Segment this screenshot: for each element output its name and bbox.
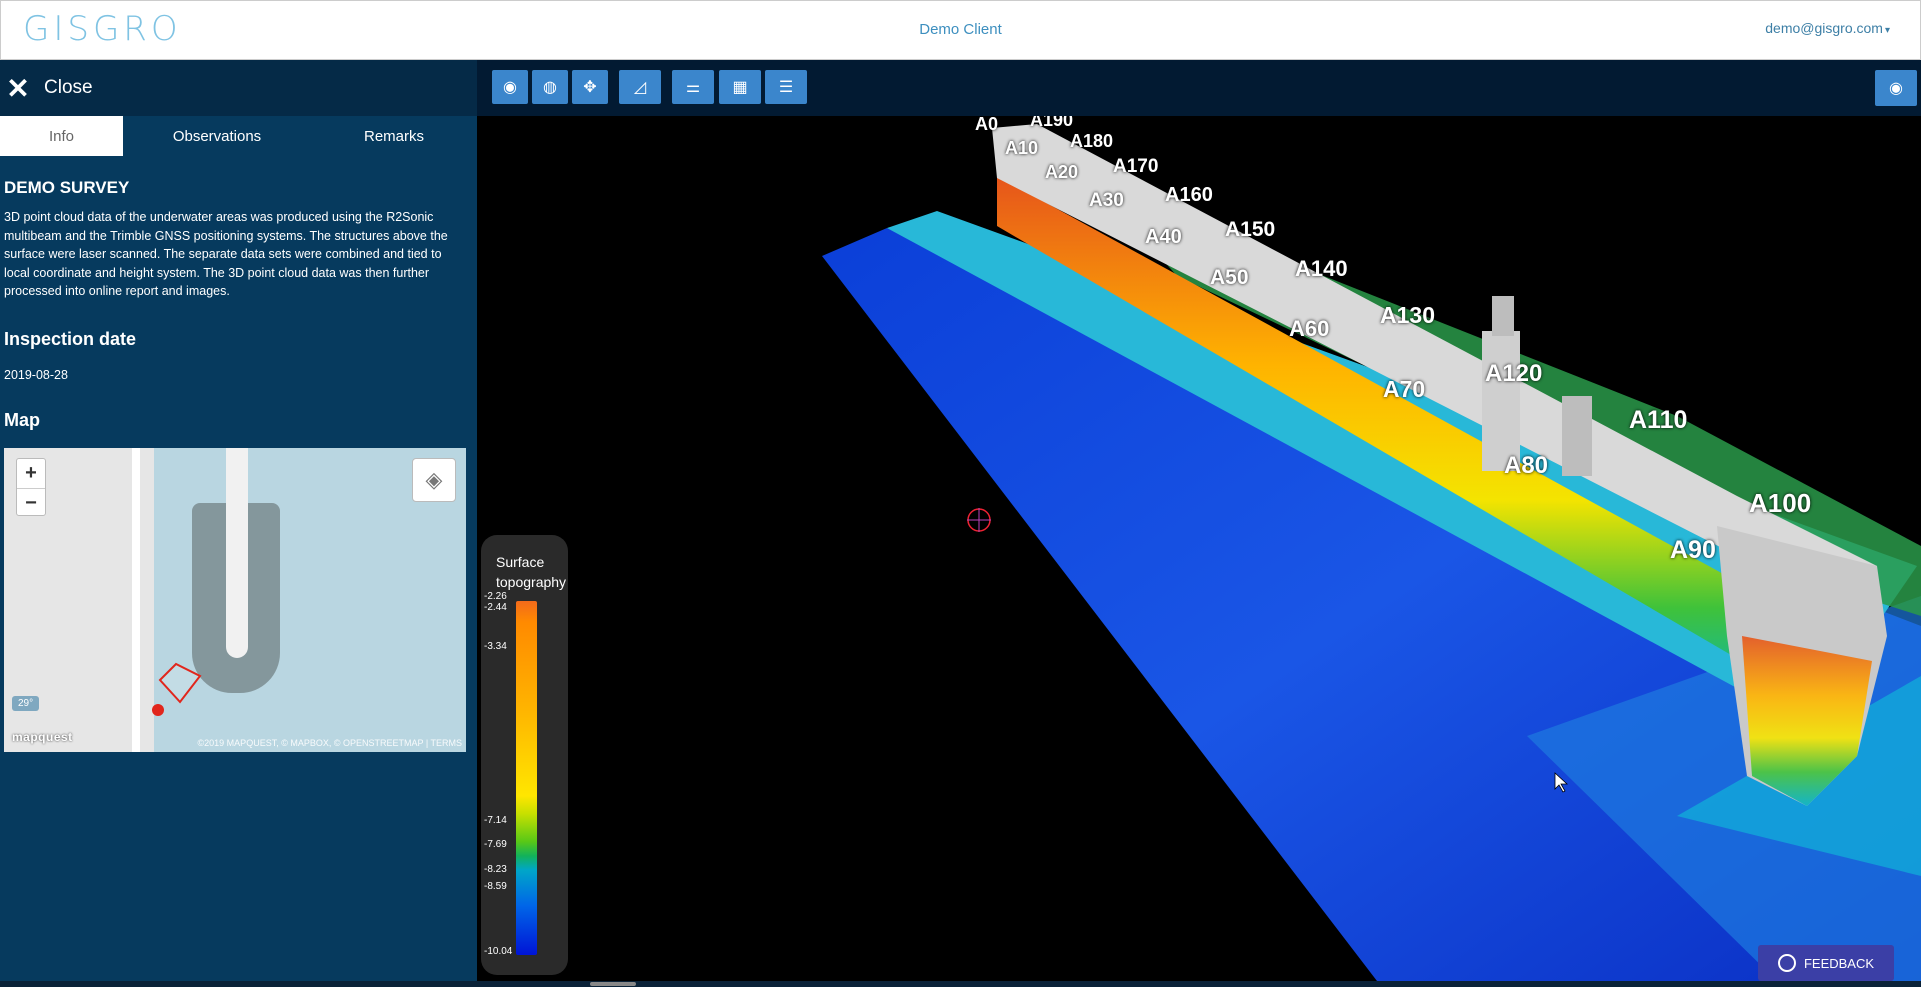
camera-icon[interactable]: ◉ xyxy=(492,70,528,104)
zoom-in-button[interactable]: + xyxy=(17,459,45,488)
map-scale-badge: 29° xyxy=(12,696,40,711)
ship-label: A150 xyxy=(1225,218,1276,241)
legend-tick: -8.23 xyxy=(484,864,507,875)
eye-icon[interactable]: ◉ xyxy=(1875,70,1917,106)
image-icon[interactable]: ▦ xyxy=(719,70,761,104)
ship-label: A30 xyxy=(1089,190,1124,211)
sliders-icon[interactable]: ⚌ xyxy=(672,70,714,104)
layers-icon[interactable]: ◈ xyxy=(412,458,456,502)
survey-title: DEMO SURVEY xyxy=(4,178,130,197)
legend-color-bar xyxy=(516,601,537,955)
ship-label: A50 xyxy=(1210,266,1249,289)
map-viewport-polygon xyxy=(158,662,202,704)
feedback-label: FEEDBACK xyxy=(1803,955,1875,971)
legend-title-line2: topography xyxy=(496,574,567,590)
legend-tick: -3.34 xyxy=(484,641,507,652)
user-email: demo@gisgro.com xyxy=(1765,20,1883,36)
point-cloud-viewport[interactable]: A0 A190 A10 A180 A20 A170 A30 A160 A40 A… xyxy=(477,116,1921,981)
ship-label: A160 xyxy=(1165,184,1213,206)
legend-tick: -8.59 xyxy=(484,881,507,892)
survey-description: 3D point cloud data of the underwater ar… xyxy=(4,210,448,298)
sidebar: ✕ Close Info Observations Remarks DEMO S… xyxy=(0,60,477,987)
header: GISGRO Demo Client demo@gisgro.com ▾ xyxy=(0,0,1921,60)
ship-label: A170 xyxy=(1113,156,1159,177)
move-icon[interactable]: ✥ xyxy=(572,70,608,104)
legend-tick: -2.44 xyxy=(484,602,507,613)
ship-label: A140 xyxy=(1295,256,1348,281)
ship-label: A70 xyxy=(1383,376,1426,402)
scrollbar-thumb[interactable] xyxy=(590,982,636,986)
tab-observations[interactable]: Observations xyxy=(123,116,311,156)
measure-icon[interactable]: ◿ xyxy=(619,70,661,104)
close-label: Close xyxy=(44,77,93,98)
close-icon: ✕ xyxy=(6,72,30,104)
ship-label: A80 xyxy=(1504,452,1549,479)
legend-tick: -10.04 xyxy=(484,946,513,957)
ship-label: A100 xyxy=(1749,488,1812,518)
ship-label: A120 xyxy=(1485,360,1543,387)
legend-title-line1: Surface xyxy=(496,554,545,570)
ship-label: A90 xyxy=(1670,536,1716,564)
ship-label: A10 xyxy=(1005,138,1039,158)
ship-label: A0 xyxy=(975,116,999,134)
tab-info[interactable]: Info xyxy=(0,116,123,156)
tab-remarks[interactable]: Remarks xyxy=(311,116,477,156)
bottom-scrollbar[interactable] xyxy=(0,981,1921,987)
surface-topography-legend: Surface topography -2.26 -2.44 -3.34 -7.… xyxy=(481,535,568,975)
mapquest-logo: mapquest xyxy=(12,730,73,744)
ship-label: A40 xyxy=(1145,226,1182,248)
info-panel: DEMO SURVEY 3D point cloud data of the u… xyxy=(0,156,477,431)
legend-tick: -2.26 xyxy=(484,591,507,602)
minimap[interactable]: + − ◈ 29° mapquest ©2019 MAPQUEST, © MAP… xyxy=(4,448,466,752)
chat-icon xyxy=(1777,954,1796,972)
globe-icon[interactable]: ◍ xyxy=(532,70,568,104)
feedback-button[interactable]: FEEDBACK xyxy=(1758,945,1894,981)
ship-label: A130 xyxy=(1380,302,1435,328)
map-attribution[interactable]: ©2019 MAPQUEST, © MAPBOX, © OPENSTREETMA… xyxy=(198,738,462,748)
legend-title: Surface topography xyxy=(496,552,566,592)
sidebar-tabs: Info Observations Remarks xyxy=(0,116,477,156)
ship-label: A60 xyxy=(1289,316,1330,341)
close-button[interactable]: ✕ Close xyxy=(0,60,477,116)
caret-down-icon: ▾ xyxy=(1884,25,1890,36)
ship-label: A180 xyxy=(1070,131,1114,151)
map-zoom-control: + − xyxy=(16,458,46,516)
viewer-toolbar: ◉ ◍ ✥ ◿ ⚌ ▦ ☰ ◉ xyxy=(477,60,1921,116)
map-road xyxy=(132,448,140,752)
client-name: Demo Client xyxy=(919,21,1002,38)
ship-label: A20 xyxy=(1045,162,1079,182)
user-menu[interactable]: demo@gisgro.com ▾ xyxy=(1765,20,1890,36)
zoom-out-button[interactable]: − xyxy=(17,488,45,517)
list-icon[interactable]: ☰ xyxy=(765,70,807,104)
ship-label: A190 xyxy=(1030,116,1074,130)
map-pier xyxy=(226,448,248,658)
ship-label: A110 xyxy=(1629,406,1688,434)
map-location-pin[interactable] xyxy=(152,704,164,716)
app: GISGRO Demo Client demo@gisgro.com ▾ ✕ Cl… xyxy=(0,0,1921,987)
map-heading: Map xyxy=(4,409,40,430)
inspection-date: 2019-08-28 xyxy=(4,367,68,382)
legend-tick: -7.14 xyxy=(484,815,507,826)
legend-tick: -7.69 xyxy=(484,839,507,850)
inspection-heading: Inspection date xyxy=(4,328,137,349)
